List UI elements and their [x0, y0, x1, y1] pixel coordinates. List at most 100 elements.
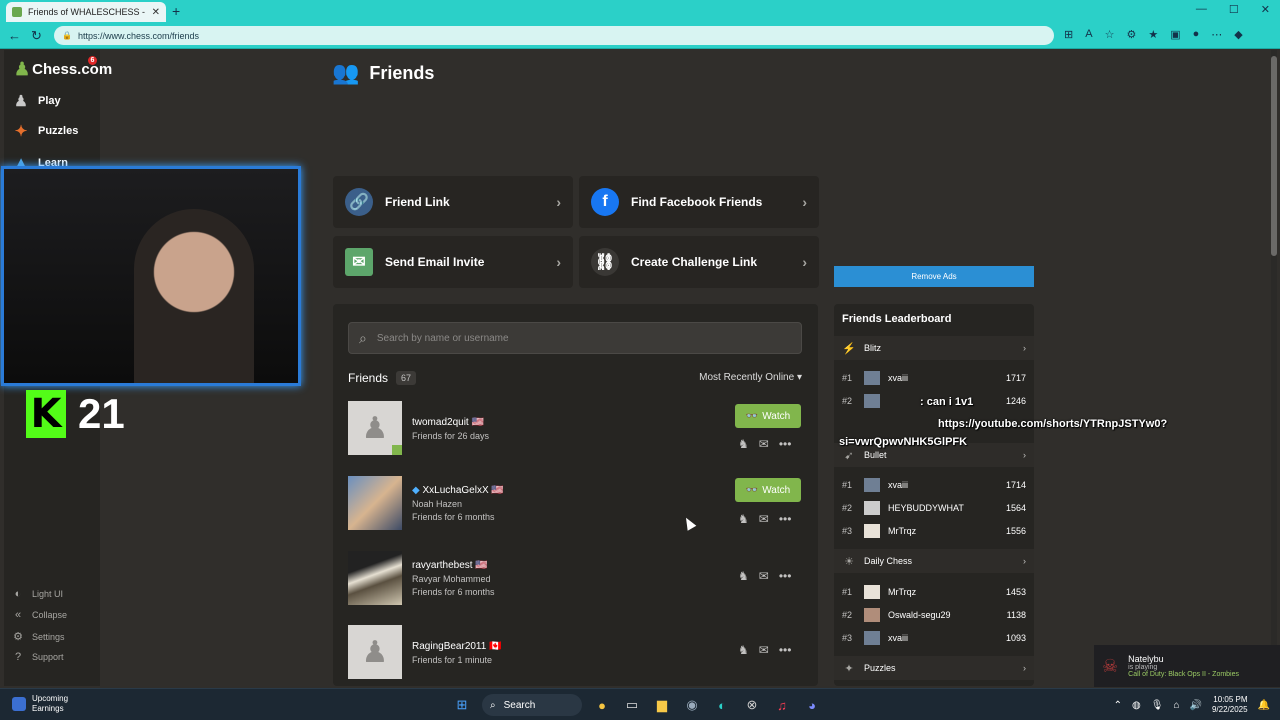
- watch-button[interactable]: 👓 Watch: [735, 478, 801, 502]
- more-options-icon[interactable]: •••: [779, 643, 792, 657]
- sort-dropdown[interactable]: Most Recently Online ▾: [699, 372, 802, 383]
- friend-search-input[interactable]: ⌕ Search by name or username: [348, 322, 802, 354]
- more-options-icon[interactable]: •••: [779, 569, 792, 583]
- collections-icon[interactable]: ▣: [1170, 28, 1180, 41]
- taskbar-search[interactable]: ⌕ Search: [482, 694, 582, 716]
- avatar[interactable]: ♟: [348, 551, 402, 605]
- microphone-icon[interactable]: 🎙: [1151, 700, 1164, 711]
- challenge-icon[interactable]: ♞: [738, 437, 749, 451]
- message-icon[interactable]: ✉: [759, 643, 769, 657]
- remove-ads-button[interactable]: Remove Ads: [834, 266, 1034, 287]
- notifications-icon[interactable]: 🔔: [1258, 700, 1270, 711]
- leaderboard-row[interactable]: #1 xvaiii 1717: [842, 369, 1026, 387]
- more-options-icon[interactable]: •••: [779, 437, 792, 451]
- action-label: Find Facebook Friends: [631, 195, 763, 209]
- chevron-right-icon: ›: [1023, 343, 1026, 353]
- leaderboard-category-blitz[interactable]: ⚡ Blitz ›: [834, 336, 1034, 360]
- windows-taskbar: Upcoming Earnings ⊞ ⌕ Search ● ▭ ▆ ◉ ◐ ⊗…: [0, 688, 1280, 720]
- message-icon[interactable]: ✉: [759, 569, 769, 583]
- new-tab-button[interactable]: +: [172, 3, 180, 19]
- friend-username[interactable]: ◆ XxLuchaGelxX 🇺🇸: [412, 485, 504, 496]
- page-scrollbar[interactable]: [1271, 50, 1277, 686]
- xbox-icon[interactable]: ⊗: [742, 695, 762, 715]
- blitz-icon: ⚡: [842, 342, 856, 355]
- widget-title: Upcoming: [32, 694, 69, 703]
- discord-icon[interactable]: ◕: [802, 695, 822, 715]
- sidebar-item-light-ui[interactable]: ◐ Light UI: [12, 588, 63, 600]
- url-field[interactable]: 🔒 https://www.chess.com/friends: [54, 26, 1054, 45]
- help-icon: ?: [14, 651, 22, 663]
- pawn-icon: ♟: [14, 93, 28, 110]
- clock[interactable]: 10:05 PM 9/22/2025: [1212, 695, 1248, 715]
- avatar[interactable]: ♟: [348, 401, 402, 455]
- network-icon[interactable]: ⌂: [1173, 700, 1179, 711]
- extensions-icon[interactable]: ⚙: [1126, 28, 1136, 41]
- back-arrow-icon[interactable]: ←: [8, 28, 21, 43]
- friend-username[interactable]: RagingBear2011 🇨🇦: [412, 641, 502, 652]
- read-aloud-icon[interactable]: A: [1085, 28, 1092, 41]
- chevron-up-icon[interactable]: ⌃: [1114, 700, 1122, 711]
- notification-status: is playing: [1128, 664, 1158, 671]
- reload-icon[interactable]: ↻: [31, 28, 42, 44]
- challenge-icon[interactable]: ♞: [738, 643, 749, 657]
- chess-logo[interactable]: ♟ Chess.com 6: [14, 56, 112, 80]
- friend-link-button[interactable]: 🔗 Friend Link ›: [333, 176, 573, 228]
- leaderboard-row[interactable]: #3 xvaiii 1093: [842, 629, 1026, 647]
- challenge-icon[interactable]: ♞: [738, 512, 749, 526]
- leaderboard-row[interactable]: #2 Oswald-segu29 1138: [842, 606, 1026, 624]
- steam-icon[interactable]: ◉: [682, 695, 702, 715]
- leaderboard-row[interactable]: #3 MrTrqz 1556: [842, 522, 1026, 540]
- leaderboard-row[interactable]: #2 HEYBUDDYWHAT 1564: [842, 499, 1026, 517]
- close-window-button[interactable]: ✕: [1261, 3, 1270, 16]
- more-options-icon[interactable]: •••: [779, 512, 792, 526]
- favorite-star-icon[interactable]: ☆: [1105, 28, 1115, 41]
- challenge-icon[interactable]: ♞: [738, 569, 749, 583]
- file-explorer-icon[interactable]: ▆: [652, 695, 672, 715]
- leaderboard-row[interactable]: #1 xvaiii 1714: [842, 476, 1026, 494]
- volume-icon[interactable]: 🔊: [1190, 700, 1202, 711]
- task-view-icon[interactable]: ▭: [622, 695, 642, 715]
- leaderboard-category-daily[interactable]: ☀ Daily Chess ›: [834, 549, 1034, 573]
- sidebar-item-puzzles[interactable]: ✦ Puzzles: [12, 122, 79, 140]
- friends-leaderboard: Friends Leaderboard ⚡ Blitz › #1 xvaiii 1…: [834, 304, 1034, 686]
- friend-username[interactable]: twomad2quit 🇺🇸: [412, 417, 484, 428]
- avatar[interactable]: ♟: [348, 476, 402, 530]
- apps-icon[interactable]: ⊞: [1064, 28, 1073, 41]
- sidebar-bottom-label: Settings: [32, 631, 65, 642]
- friend-actions: ♞ ✉ •••: [738, 437, 791, 451]
- leaderboard-row[interactable]: #1 MrTrqz 1453: [842, 583, 1026, 601]
- watch-button[interactable]: 👓 Watch: [735, 404, 801, 428]
- edge-icon[interactable]: ◐: [712, 695, 732, 715]
- sidebar-item-support[interactable]: ? Support: [12, 651, 64, 663]
- copilot-icon[interactable]: ●: [592, 695, 612, 715]
- scrollbar-thumb[interactable]: [1271, 56, 1277, 256]
- send-email-invite-button[interactable]: ✉ Send Email Invite ›: [333, 236, 573, 288]
- avatar[interactable]: ♟: [348, 625, 402, 679]
- browser-tab-bar: Friends of WHALESCHESS - Chess ✕ + — ☐ ✕: [0, 0, 1280, 22]
- tray-app-icon[interactable]: ◍: [1132, 700, 1141, 711]
- streamer-image: [134, 209, 254, 383]
- message-icon[interactable]: ✉: [759, 512, 769, 526]
- sidebar-item-collapse[interactable]: « Collapse: [12, 609, 67, 621]
- game-notification[interactable]: ☠ Natelybu is playing Call of Duty: Blac…: [1094, 645, 1280, 687]
- music-icon[interactable]: ♫: [772, 695, 792, 715]
- profile-icon[interactable]: ●: [1193, 28, 1200, 41]
- sidebar-item-settings[interactable]: ⚙ Settings: [12, 630, 65, 643]
- message-icon[interactable]: ✉: [759, 437, 769, 451]
- avatar: [864, 524, 880, 538]
- find-facebook-friends-button[interactable]: f Find Facebook Friends ›: [579, 176, 819, 228]
- sidebar-item-play[interactable]: ♟ Play: [12, 92, 60, 110]
- widgets-button[interactable]: Upcoming Earnings: [12, 694, 68, 714]
- browser-tab[interactable]: Friends of WHALESCHESS - Chess ✕: [6, 2, 166, 22]
- create-challenge-link-button[interactable]: ⛓ Create Challenge Link ›: [579, 236, 819, 288]
- tab-close-icon[interactable]: ✕: [152, 7, 160, 18]
- friend-username[interactable]: ravyarthebest 🇺🇸: [412, 560, 488, 571]
- start-icon[interactable]: ⊞: [452, 695, 472, 715]
- leaderboard-category-puzzles[interactable]: ✦ Puzzles ›: [834, 656, 1034, 680]
- more-menu-icon[interactable]: ⋯: [1211, 28, 1222, 41]
- minimize-button[interactable]: —: [1196, 3, 1207, 16]
- maximize-button[interactable]: ☐: [1229, 3, 1239, 16]
- friend-actions: ♞ ✉ •••: [738, 569, 791, 583]
- favorites-icon[interactable]: ★: [1148, 28, 1158, 41]
- copilot-icon[interactable]: ◆: [1234, 28, 1242, 41]
